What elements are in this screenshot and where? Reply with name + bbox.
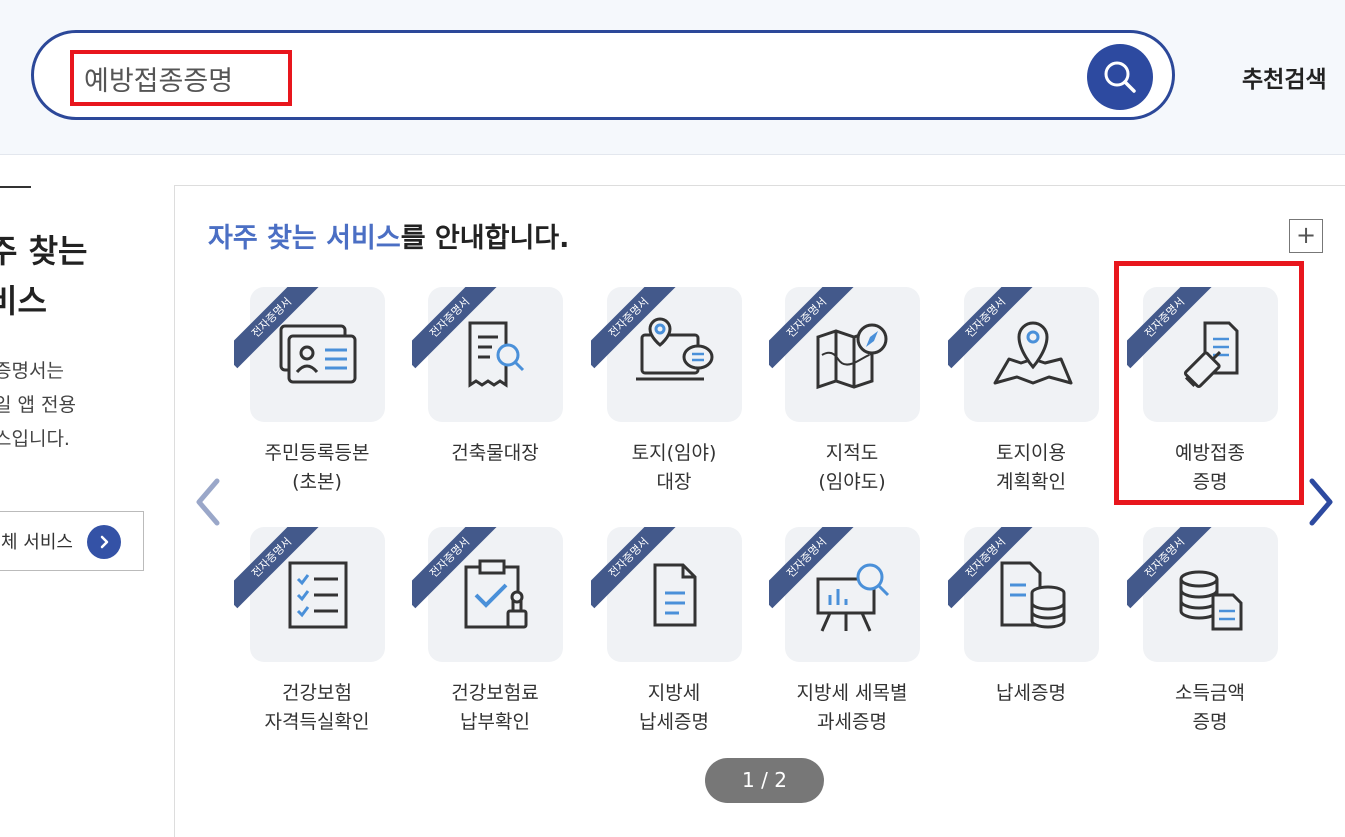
e-certificate-ribbon: 전자증명서: [234, 287, 324, 377]
e-certificate-ribbon: 전자증명서: [769, 527, 859, 617]
left-desc-line1: 증명서는: [0, 360, 64, 382]
search-box: [31, 30, 1175, 120]
left-desc-line2: 일 앱 전용: [0, 394, 76, 416]
search-area: 추천검색: [0, 0, 1345, 155]
chevron-left-icon: [196, 478, 220, 526]
tile-label: 지방세 세목별 과세증명: [796, 682, 908, 733]
e-certificate-ribbon: 전자증명서: [234, 527, 324, 617]
panel-heading-highlight: 자주 찾는 서비스: [208, 223, 401, 254]
panel-heading-rest: 를 안내합니다.: [400, 223, 570, 254]
search-button[interactable]: [1087, 44, 1153, 110]
tile-label: 납세증명: [996, 682, 1066, 704]
all-services-label: 체 서비스: [1, 532, 73, 553]
e-certificate-ribbon: 전자증명서: [769, 287, 859, 377]
tile-label: 토지이용 계획확인: [996, 442, 1066, 493]
e-certificate-ribbon: 전자증명서: [591, 527, 681, 617]
selection-highlight: [1114, 261, 1304, 505]
page-indicator: 1 / 2: [705, 758, 824, 803]
tile-label: 건강보험 자격득실확인: [264, 682, 370, 733]
tile-label: 토지(임야) 대장: [631, 442, 717, 493]
tile-label: 지적도 (임야도): [818, 442, 886, 493]
e-certificate-ribbon: 전자증명서: [948, 527, 1038, 617]
panel-heading: 자주 찾는 서비스를 안내합니다.: [208, 216, 569, 255]
all-services-button[interactable]: 체 서비스: [0, 511, 144, 571]
e-certificate-ribbon: 전자증명서: [591, 287, 681, 377]
e-certificate-ribbon: 전자증명서: [412, 527, 502, 617]
more-button[interactable]: +: [1289, 219, 1323, 253]
left-divider: [0, 186, 31, 188]
e-certificate-ribbon: 전자증명서: [412, 287, 502, 377]
recommend-search-label[interactable]: 추천검색: [1242, 60, 1327, 94]
chevron-right-icon: [1309, 478, 1333, 526]
tile-label: 주민등록등본 (초본): [264, 442, 370, 493]
left-title-line2: 비스: [0, 282, 47, 320]
tile-label: 소득금액 증명: [1175, 682, 1245, 733]
tile-label: 건강보험료 납부확인: [451, 682, 539, 733]
left-title: 주 찾는 비스: [0, 226, 87, 326]
left-desc-line3: 스입니다.: [0, 428, 70, 450]
e-certificate-ribbon: 전자증명서: [1127, 527, 1217, 617]
left-description: 증명서는 일 앱 전용 스입니다.: [0, 354, 76, 456]
next-button[interactable]: [1303, 475, 1339, 529]
tile-label: 건축물대장: [451, 442, 539, 464]
tile-label: 지방세 납세증명: [639, 682, 709, 733]
chevron-right-icon: [87, 525, 121, 559]
search-icon: [1104, 61, 1136, 93]
e-certificate-ribbon: 전자증명서: [948, 287, 1038, 377]
search-input[interactable]: [70, 50, 292, 106]
prev-button[interactable]: [190, 475, 226, 529]
left-title-line1: 주 찾는: [0, 232, 88, 270]
